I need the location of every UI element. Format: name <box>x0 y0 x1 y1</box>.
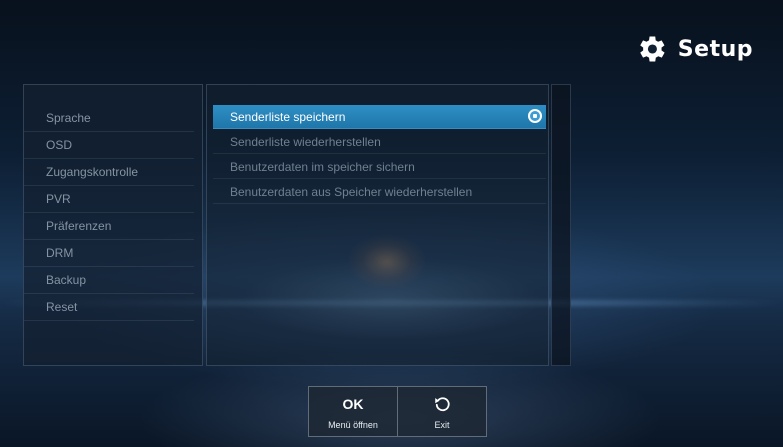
option-label: Senderliste wiederherstellen <box>230 135 381 149</box>
ok-action-label: Menü öffnen <box>328 420 378 430</box>
sidebar-item-pvr[interactable]: PVR <box>24 186 194 213</box>
exit-button[interactable]: Exit <box>397 387 486 436</box>
ok-key-label: OK <box>342 396 364 412</box>
page-header: Setup <box>634 32 753 66</box>
gear-icon <box>640 36 665 62</box>
sidebar-item-sprache[interactable]: Sprache <box>24 105 194 132</box>
ok-button[interactable]: OK Menü öffnen <box>309 387 397 436</box>
backup-options-panel: Senderliste speichern Senderliste wieder… <box>206 84 549 366</box>
option-label: Senderliste speichern <box>230 110 346 124</box>
sidebar-item-praeferenzen[interactable]: Präferenzen <box>24 213 194 240</box>
sidebar-item-reset[interactable]: Reset <box>24 294 194 321</box>
footer-key-hints: OK Menü öffnen Exit <box>308 386 487 437</box>
page-title: Setup <box>677 36 753 62</box>
select-indicator-icon <box>528 109 542 123</box>
option-label: Benutzerdaten im speicher sichern <box>230 160 415 174</box>
back-arrow-icon <box>435 397 450 412</box>
option-senderliste-wiederherstellen[interactable]: Senderliste wiederherstellen <box>213 130 546 154</box>
sidebar-item-osd[interactable]: OSD <box>24 132 194 159</box>
option-benutzerdaten-sichern[interactable]: Benutzerdaten im speicher sichern <box>213 155 546 179</box>
sidebar-item-backup[interactable]: Backup <box>24 267 194 294</box>
sidebar-menu: Sprache OSD Zugangskontrolle PVR Präfere… <box>23 84 203 366</box>
option-senderliste-speichern[interactable]: Senderliste speichern <box>213 105 546 129</box>
sidebar-item-zugangskontrolle[interactable]: Zugangskontrolle <box>24 159 194 186</box>
option-label: Benutzerdaten aus Speicher wiederherstel… <box>230 185 473 199</box>
sidebar-item-drm[interactable]: DRM <box>24 240 194 267</box>
exit-action-label: Exit <box>434 420 450 430</box>
option-benutzerdaten-wiederherstellen[interactable]: Benutzerdaten aus Speicher wiederherstel… <box>213 180 546 204</box>
scrollbar-panel[interactable] <box>551 84 571 366</box>
